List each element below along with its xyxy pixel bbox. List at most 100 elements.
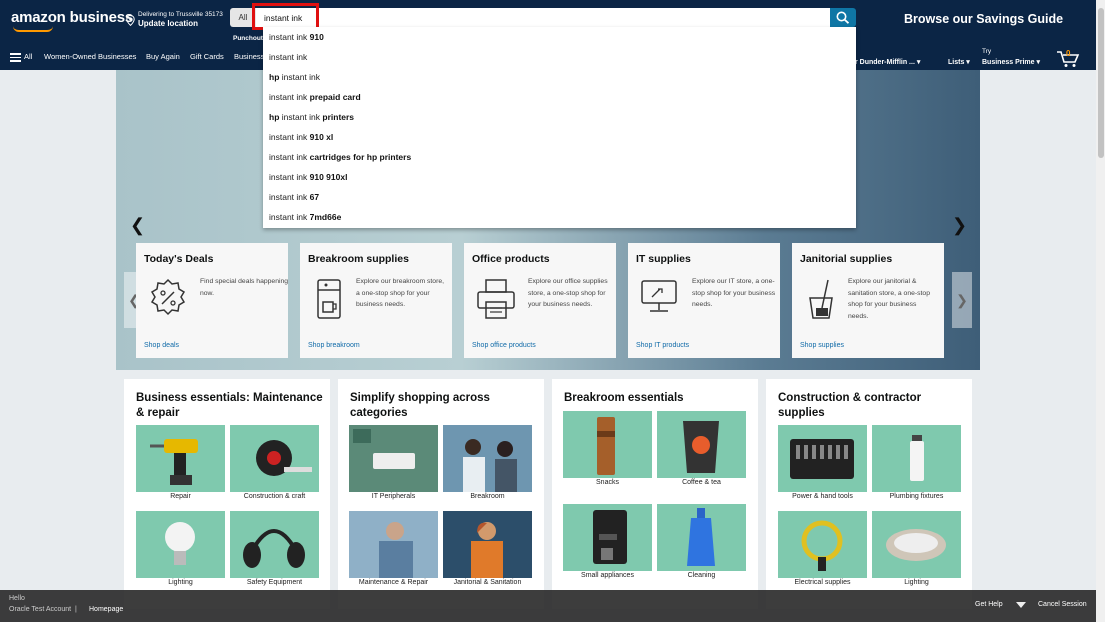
tile-maintenance-repair[interactable] (349, 511, 438, 578)
tile-cleaning[interactable] (657, 504, 746, 571)
search-input[interactable] (264, 8, 804, 27)
session-bottom-bar: Hello Oracle Test Account | Homepage Get… (0, 590, 1096, 622)
tile-electrical[interactable] (778, 511, 867, 578)
percent-badge-icon (150, 278, 186, 316)
suggestion-item[interactable]: instant ink 910 910xl (269, 167, 849, 187)
search-button[interactable] (830, 8, 856, 27)
lists-label: Lists (948, 59, 965, 66)
tile-snacks[interactable] (563, 411, 652, 478)
scrollbar-thumb[interactable] (1098, 8, 1104, 158)
category-desc: Explore our breakroom store, a one-stop … (356, 278, 445, 308)
tile-caption: Lighting (168, 579, 193, 586)
nav-all[interactable]: All (24, 52, 32, 61)
chevron-down-icon[interactable] (1016, 602, 1026, 608)
panel-breakroom: Breakroom essentials Snacks Coffee & tea… (552, 379, 758, 609)
tile-caption: Snacks (596, 479, 619, 486)
ear-muffs-icon (243, 529, 305, 568)
location-pin-icon (126, 15, 135, 26)
punchout-label[interactable]: Punchout (233, 35, 263, 42)
get-help-link[interactable]: Get Help (975, 601, 1003, 608)
hero-prev-icon[interactable]: ❮ (130, 215, 145, 236)
tile-plumbing[interactable] (872, 425, 961, 492)
tile-safety[interactable] (230, 511, 319, 578)
panel-maintenance: Business essentials: Maintenance & repai… (124, 379, 330, 609)
suggestion-item[interactable]: instant ink cartridges for hp printers (269, 147, 849, 167)
tile-caption: Cleaning (687, 572, 716, 579)
cancel-session-link[interactable]: Cancel Session (1038, 601, 1087, 608)
suggestion-item[interactable]: instant ink 910 (269, 27, 849, 47)
tile-janitorial[interactable] (443, 511, 532, 578)
suggestion-item[interactable]: instant ink 7md66e (269, 207, 849, 227)
hello-text: Hello (9, 595, 25, 602)
tile-lighting-fixture[interactable] (872, 511, 961, 578)
suggestion-item[interactable]: hp instant ink printers (269, 107, 849, 127)
business-prime-menu[interactable]: Business Prime ▾ (982, 58, 1040, 66)
category-card-janitorial[interactable]: Janitorial supplies Explore our janitori… (792, 243, 944, 358)
account-name: r Dunder-Mifflin ... (855, 59, 915, 66)
category-title: Office products (472, 253, 550, 265)
extension-cord-icon (801, 520, 843, 571)
category-link[interactable]: Shop deals (144, 342, 179, 349)
category-link[interactable]: Shop breakroom (308, 342, 360, 349)
category-title: IT supplies (636, 253, 691, 265)
panel-simplify: Simplify shopping across categories IT P… (338, 379, 544, 609)
savings-guide-link[interactable]: Browse our Savings Guide (904, 12, 1063, 26)
panel-title: Breakroom essentials (564, 392, 684, 404)
search-suggestions-dropdown: instant ink 910 instant ink hp instant i… (263, 27, 856, 228)
worker-photo-icon (379, 522, 413, 578)
account-menu[interactable]: r Dunder-Mifflin ... ▾ (855, 58, 920, 66)
hamburger-menu-icon[interactable] (10, 53, 21, 64)
tile-repair[interactable] (136, 425, 225, 492)
category-card-it[interactable]: IT supplies Explore our IT store, a one-… (628, 243, 780, 358)
drill-icon (150, 439, 198, 485)
nav-gift-cards[interactable]: Gift Cards (190, 52, 224, 61)
tile-power-tools[interactable] (778, 425, 867, 492)
search-icon (836, 11, 850, 24)
people-photo-icon (463, 439, 517, 492)
panel-title: Business essentials: Maintenance & repai… (136, 392, 323, 419)
tile-caption: Repair (170, 493, 191, 500)
category-card-deals[interactable]: Today's Deals Find special deals happeni… (136, 243, 288, 358)
category-link[interactable]: Shop supplies (800, 342, 844, 349)
tile-caption: Plumbing fixtures (889, 493, 944, 500)
tile-caption: Small appliances (581, 572, 634, 579)
suggestion-item[interactable]: instant ink (269, 47, 849, 67)
tile-lighting[interactable] (136, 511, 225, 578)
hero-next-icon[interactable]: ❯ (952, 215, 967, 236)
try-label: Try (982, 48, 992, 55)
category-link[interactable]: Shop IT products (636, 342, 689, 349)
coffee-bag-icon (683, 421, 719, 473)
category-card-breakroom[interactable]: Breakroom supplies Explore our breakroom… (300, 243, 452, 358)
category-desc: Explore our office supplies store, a one… (528, 278, 608, 308)
homepage-link[interactable]: Homepage (89, 606, 123, 613)
faucet-icon (910, 435, 924, 481)
suggestion-item[interactable]: instant ink prepaid card (269, 87, 849, 107)
lists-menu[interactable]: Lists ▾ (948, 58, 970, 66)
tile-coffee[interactable] (657, 411, 746, 478)
keyboard-photo-icon (353, 429, 415, 469)
search-highlight-box (252, 3, 319, 30)
nav-business[interactable]: Business (234, 52, 264, 61)
nav-buy-again[interactable]: Buy Again (146, 52, 180, 61)
suggestion-item[interactable]: instant ink 910 xl (269, 127, 849, 147)
cleaning-bucket-icon (809, 279, 833, 319)
amazon-business-logo[interactable]: amazon business (11, 9, 133, 32)
tile-caption: Power & hand tools (792, 493, 853, 500)
category-title: Janitorial supplies (800, 253, 893, 265)
tile-it-peripherals[interactable] (349, 425, 438, 492)
nav-women-owned[interactable]: Women-Owned Businesses (44, 52, 136, 61)
category-card-office[interactable]: Office products Explore our office suppl… (464, 243, 616, 358)
suggestion-item[interactable]: hp instant ink (269, 67, 849, 87)
cart-count: 0 (1066, 49, 1071, 58)
tile-small-appliances[interactable] (563, 504, 652, 571)
tile-construction[interactable] (230, 425, 319, 492)
computer-icon (641, 280, 677, 312)
tile-breakroom[interactable] (443, 425, 532, 492)
carousel-next-icon[interactable]: ❯ (952, 272, 972, 328)
category-title: Today's Deals (144, 253, 214, 265)
category-link[interactable]: Shop office products (472, 342, 536, 349)
coffee-machine-icon (317, 279, 341, 319)
suggestion-item[interactable]: instant ink 67 (269, 187, 849, 207)
tile-caption: Construction & craft (243, 493, 306, 500)
cleaner-photo-icon (471, 522, 503, 578)
